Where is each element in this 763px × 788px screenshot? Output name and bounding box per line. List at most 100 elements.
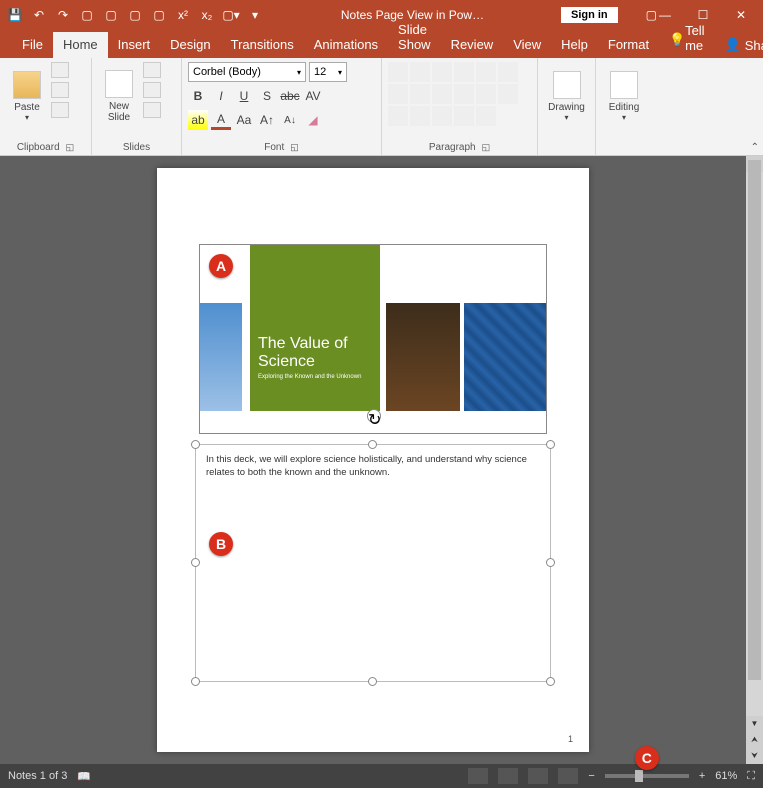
resize-handle[interactable] xyxy=(191,440,200,449)
subscript-icon[interactable]: x₂ xyxy=(198,6,216,24)
align-text-button[interactable] xyxy=(498,84,518,104)
slideshow-view-button[interactable] xyxy=(558,768,578,784)
undo-icon[interactable]: ↶ xyxy=(30,6,48,24)
align-left-button[interactable] xyxy=(388,84,408,104)
spellcheck-icon[interactable]: 📖 xyxy=(77,770,91,783)
fit-to-window-button[interactable]: ⛶ xyxy=(747,770,755,783)
zoom-slider[interactable]: C xyxy=(605,774,689,778)
tab-slideshow[interactable]: Slide Show xyxy=(388,17,441,58)
paste-button[interactable]: Paste ▾ xyxy=(6,62,48,130)
justify-button[interactable] xyxy=(454,84,474,104)
change-case-button[interactable]: Aa xyxy=(234,110,254,130)
dialog-launcher-icon[interactable]: ◱ xyxy=(66,142,75,153)
tab-format[interactable]: Format xyxy=(598,32,659,58)
notes-text-box[interactable]: In this deck, we will explore science ho… xyxy=(195,444,551,682)
section-icon[interactable] xyxy=(143,102,161,118)
redo-icon[interactable]: ↷ xyxy=(54,6,72,24)
scroll-thumb[interactable] xyxy=(748,160,761,680)
align-right-button[interactable] xyxy=(432,84,452,104)
canvas[interactable]: The Value of Science Exploring the Known… xyxy=(0,156,746,764)
grow-font-button[interactable]: A↑ xyxy=(257,110,277,130)
layout-icon[interactable] xyxy=(143,62,161,78)
qat-icon-4[interactable]: ▢ xyxy=(150,6,168,24)
qat-icon-3[interactable]: ▢ xyxy=(126,6,144,24)
tab-file[interactable]: File xyxy=(12,32,53,58)
bold-button[interactable]: B xyxy=(188,86,208,106)
para-btn-4[interactable] xyxy=(454,106,474,126)
strikethrough-button[interactable]: abc xyxy=(280,86,300,106)
tab-transitions[interactable]: Transitions xyxy=(221,32,304,58)
qat-icon-1[interactable]: ▢ xyxy=(78,6,96,24)
underline-button[interactable]: U xyxy=(234,86,254,106)
resize-handle[interactable] xyxy=(546,440,555,449)
tab-help[interactable]: Help xyxy=(551,32,598,58)
resize-handle[interactable] xyxy=(191,558,200,567)
font-name-select[interactable]: Corbel (Body)▾ xyxy=(188,62,306,82)
numbering-button[interactable] xyxy=(410,62,430,82)
text-direction-button[interactable] xyxy=(498,62,518,82)
slide-thumbnail[interactable]: The Value of Science Exploring the Known… xyxy=(199,244,547,434)
share-button[interactable]: 👤 Share xyxy=(715,32,763,58)
shadow-button[interactable]: S xyxy=(257,86,277,106)
zoom-percent[interactable]: 61% xyxy=(715,770,737,782)
editing-button[interactable]: Editing ▾ xyxy=(603,62,645,130)
line-spacing-button[interactable] xyxy=(476,62,496,82)
ribbon-display-icon[interactable]: ▢ xyxy=(646,8,657,22)
tab-review[interactable]: Review xyxy=(441,32,504,58)
resize-handle[interactable] xyxy=(191,677,200,686)
increase-indent-button[interactable] xyxy=(454,62,474,82)
sign-in-button[interactable]: Sign in xyxy=(561,7,618,23)
notes-text[interactable]: In this deck, we will explore science ho… xyxy=(196,445,550,487)
italic-button[interactable]: I xyxy=(211,86,231,106)
normal-view-button[interactable] xyxy=(468,768,488,784)
tab-home[interactable]: Home xyxy=(53,32,108,58)
para-btn-1[interactable] xyxy=(388,106,408,126)
columns-button[interactable] xyxy=(476,84,496,104)
qat-icon-2[interactable]: ▢ xyxy=(102,6,120,24)
format-painter-icon[interactable] xyxy=(51,102,69,118)
font-color-button[interactable]: A xyxy=(211,110,231,130)
font-size-select[interactable]: 12▾ xyxy=(309,62,347,82)
char-spacing-button[interactable]: AV xyxy=(303,86,323,106)
close-icon[interactable]: ✕ xyxy=(733,7,749,23)
tab-design[interactable]: Design xyxy=(160,32,220,58)
collapse-ribbon-icon[interactable]: ⌃ xyxy=(751,142,759,153)
tell-me[interactable]: 💡 Tell me xyxy=(659,18,715,58)
superscript-icon[interactable]: x² xyxy=(174,6,192,24)
cut-icon[interactable] xyxy=(51,62,69,78)
para-btn-3[interactable] xyxy=(432,106,452,126)
convert-smartart-button[interactable] xyxy=(476,106,496,126)
dialog-launcher-icon[interactable]: ◱ xyxy=(482,142,491,153)
drawing-button[interactable]: Drawing ▾ xyxy=(546,62,588,130)
save-icon[interactable]: 💾 xyxy=(6,6,24,24)
copy-icon[interactable] xyxy=(51,82,69,98)
clear-formatting-button[interactable]: ◢ xyxy=(303,110,323,130)
zoom-knob[interactable] xyxy=(635,770,643,782)
resize-handle[interactable] xyxy=(546,677,555,686)
para-btn-2[interactable] xyxy=(410,106,430,126)
reading-view-button[interactable] xyxy=(528,768,548,784)
zoom-in-button[interactable]: + xyxy=(699,770,705,782)
reset-icon[interactable] xyxy=(143,82,161,98)
dialog-launcher-icon[interactable]: ◱ xyxy=(290,142,299,153)
qat-customize-icon[interactable]: ▾ xyxy=(246,6,264,24)
tab-insert[interactable]: Insert xyxy=(108,32,161,58)
decrease-indent-button[interactable] xyxy=(432,62,452,82)
resize-handle[interactable] xyxy=(368,677,377,686)
shrink-font-button[interactable]: A↓ xyxy=(280,110,300,130)
prev-slide-icon[interactable]: ⮝ xyxy=(746,732,763,748)
align-center-button[interactable] xyxy=(410,84,430,104)
vertical-scrollbar[interactable]: ▲ ▼ ⮝ ⮟ xyxy=(746,156,763,764)
scroll-down-icon[interactable]: ▼ xyxy=(746,716,763,732)
slide-sorter-view-button[interactable] xyxy=(498,768,518,784)
bullets-button[interactable] xyxy=(388,62,408,82)
new-slide-button[interactable]: New Slide xyxy=(98,62,140,130)
tab-view[interactable]: View xyxy=(503,32,551,58)
qat-icon-5[interactable]: ▢▾ xyxy=(222,6,240,24)
zoom-out-button[interactable]: − xyxy=(588,770,594,782)
highlight-button[interactable]: ab xyxy=(188,110,208,130)
tab-animations[interactable]: Animations xyxy=(304,32,388,58)
resize-handle[interactable] xyxy=(368,440,377,449)
resize-handle[interactable] xyxy=(546,558,555,567)
rotate-handle-icon[interactable]: ↻ xyxy=(367,409,381,423)
